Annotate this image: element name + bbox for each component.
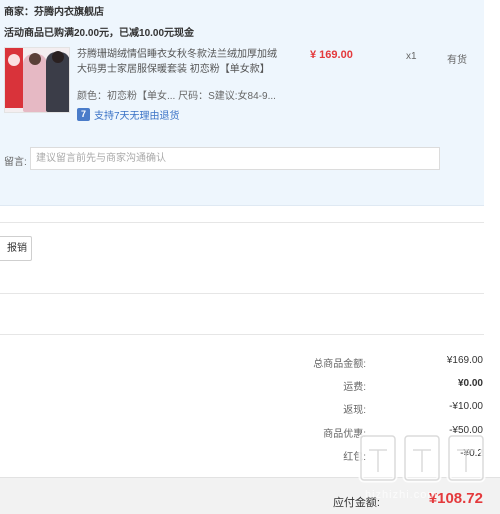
summary-value: -¥50.00 <box>449 425 483 436</box>
payment-footer: 应付金额: ¥108.72 <box>0 477 500 514</box>
section-divider <box>0 334 484 335</box>
shop-order-panel: 商家：芬腾内衣旗舰店 活动商品已购满20.00元，已减10.00元现金 芬腾珊瑚… <box>0 0 484 206</box>
summary-value: ¥0.00 <box>457 378 483 389</box>
summary-value: -¥10.00 <box>449 401 483 412</box>
section-divider <box>0 293 484 294</box>
product-quantity: x1 <box>406 51 417 62</box>
section-divider <box>0 222 484 223</box>
summary-row-shipping: 运费: ¥0.00 <box>183 378 483 393</box>
product-title[interactable]: 芬腾珊瑚绒情侣睡衣女秋冬款法兰绒加厚加绒大码男士家居服保暖套装 初恋粉【单女款】 <box>77 47 277 77</box>
return-guarantee[interactable]: 7 支持7天无理由退货 <box>77 107 180 122</box>
summary-row-discount: 商品优惠: -¥50.00 <box>183 425 483 440</box>
seven-day-return-icon: 7 <box>77 108 90 121</box>
total-label: 应付金额: <box>332 497 380 509</box>
return-guarantee-label: 支持7天无理由退货 <box>94 111 180 122</box>
product-model-male <box>46 51 69 112</box>
summary-row-redpacket: 红包: -¥0.2 <box>183 448 483 463</box>
promo-badge-icon <box>5 48 23 108</box>
summary-label: 红包: <box>343 452 366 463</box>
total-amount: ¥108.72 <box>428 490 483 507</box>
product-thumbnail[interactable] <box>4 47 70 113</box>
product-model-female <box>23 53 47 112</box>
summary-label: 商品优惠: <box>323 429 366 440</box>
summary-row-cashback: 返现: -¥10.00 <box>183 401 483 416</box>
invoice-button[interactable]: 报销 <box>0 236 32 261</box>
seller-note-input[interactable] <box>30 147 440 170</box>
summary-row-subtotal: 总商品金额: ¥169.00 <box>183 355 483 370</box>
product-price: ¥ 169.00 <box>310 49 353 61</box>
product-spec: 颜色：初恋粉【单女... 尺码：S建议:女84-9... <box>77 91 276 102</box>
promo-text: 活动商品已购满20.00元，已减10.00元现金 <box>4 28 195 39</box>
summary-label: 运费: <box>343 382 366 393</box>
summary-label: 返现: <box>343 405 366 416</box>
stock-status: 有货 <box>447 55 467 66</box>
summary-label: 总商品金额: <box>313 359 366 370</box>
note-label: 留言: <box>4 157 27 168</box>
summary-value: -¥0.2 <box>460 448 483 459</box>
summary-value: ¥169.00 <box>446 355 483 366</box>
shop-name[interactable]: 商家：芬腾内衣旗舰店 <box>4 3 104 18</box>
